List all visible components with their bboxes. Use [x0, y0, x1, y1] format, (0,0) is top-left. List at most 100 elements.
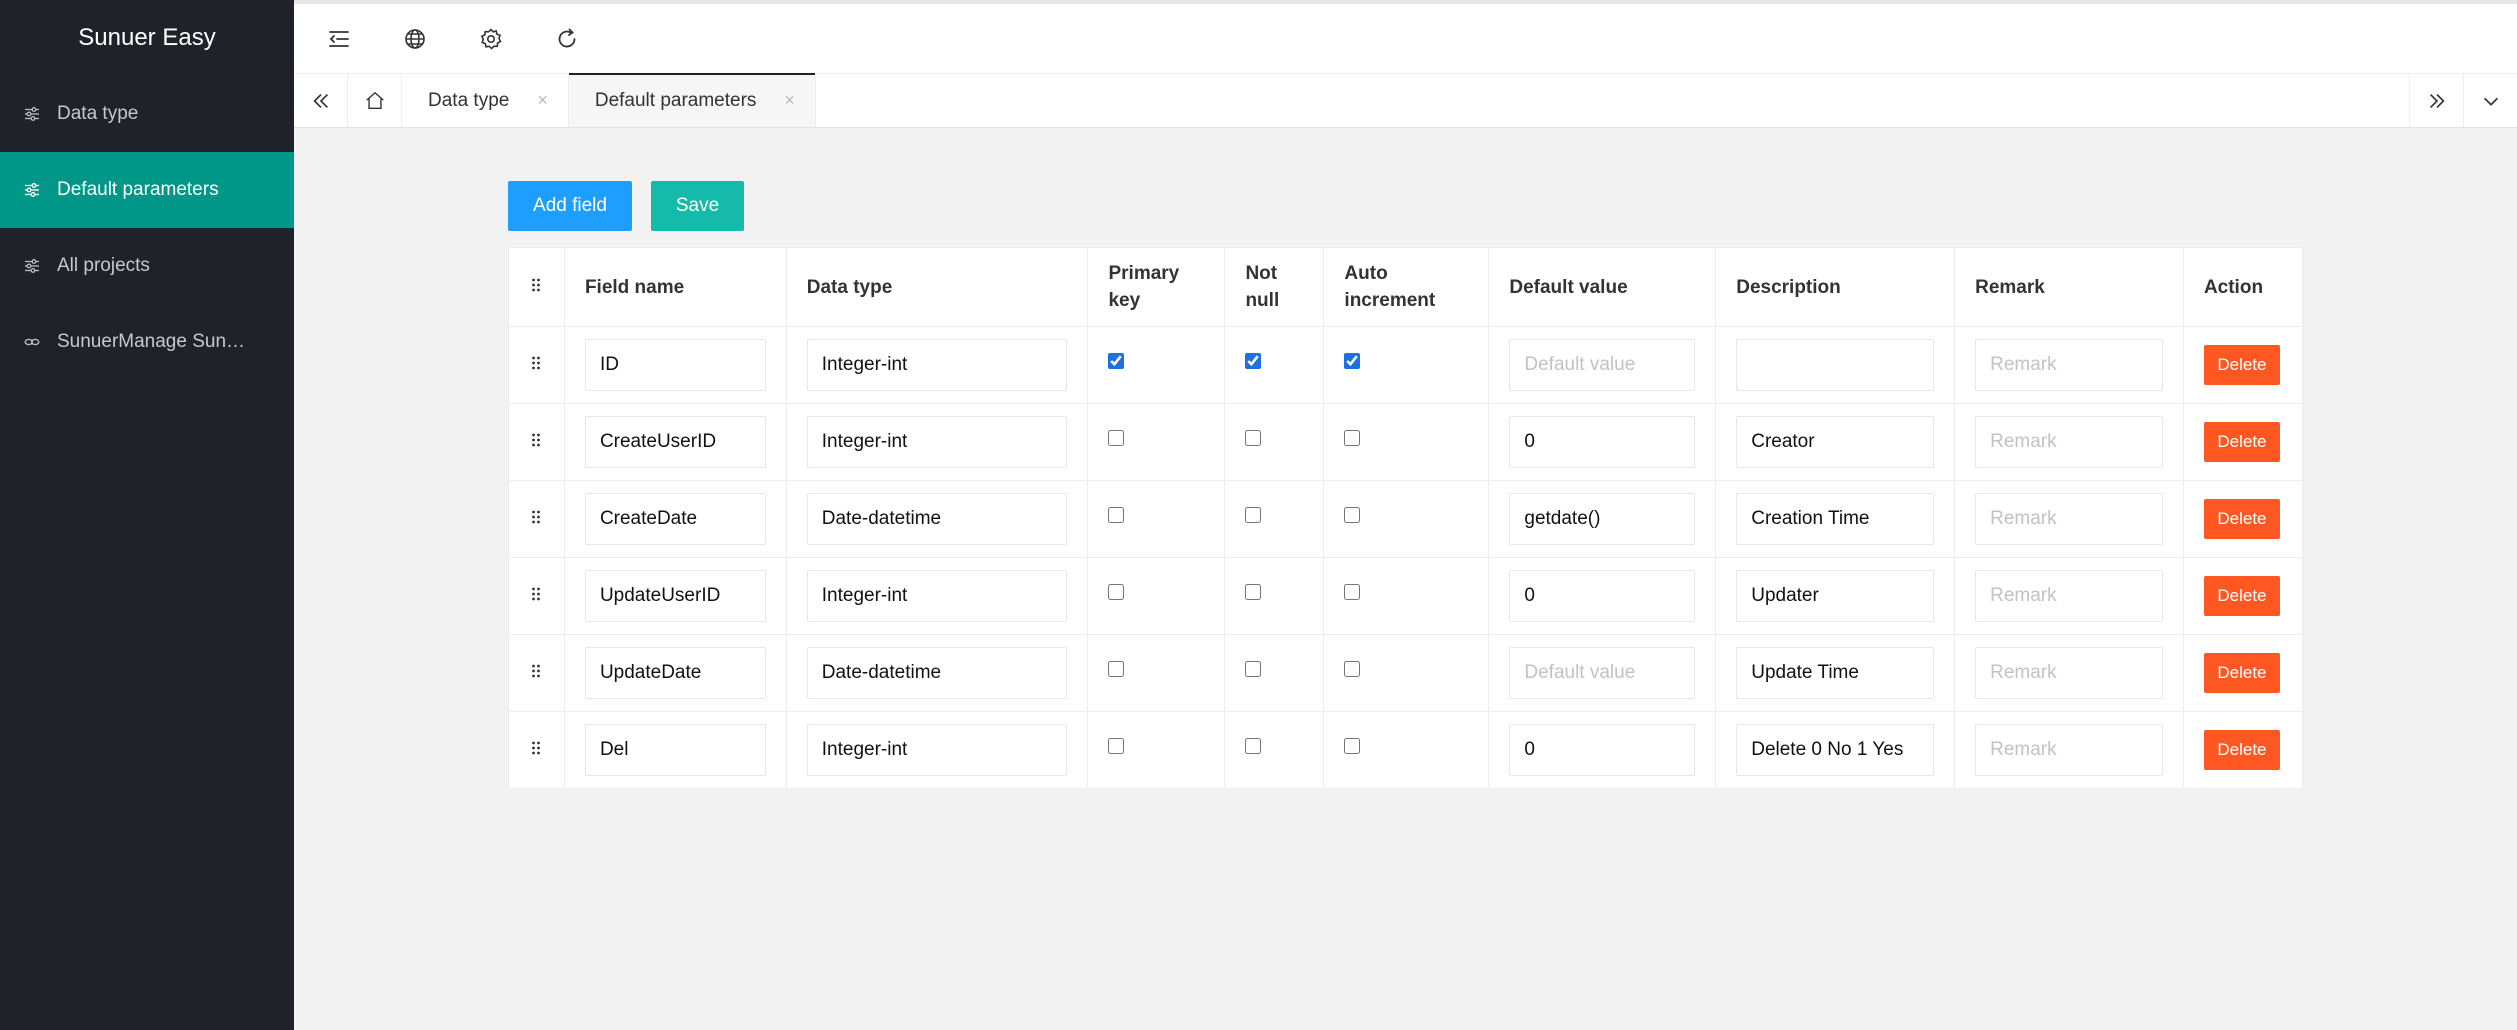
primary-key-checkbox[interactable]	[1108, 584, 1125, 600]
primary-key-checkbox[interactable]	[1108, 738, 1125, 754]
top-header	[294, 0, 2517, 73]
primary-key-checkbox[interactable]	[1108, 661, 1125, 677]
drag-handle[interactable]	[508, 326, 565, 404]
tabs-scroll-left-button[interactable]	[294, 74, 348, 127]
drag-handle[interactable]	[508, 634, 565, 712]
sliders-icon	[24, 258, 40, 274]
default-value-input[interactable]	[1509, 339, 1696, 391]
tab-default-parameters[interactable]: Default parameters ×	[568, 73, 816, 127]
column-header-primary-key: Primary key	[1087, 247, 1226, 327]
header-line: null	[1245, 290, 1280, 311]
sidebar-item-sunuermanage[interactable]: SunuerManage Sun…	[0, 304, 294, 380]
auto-increment-checkbox[interactable]	[1344, 661, 1361, 677]
drag-handle-icon	[532, 510, 541, 523]
auto-increment-checkbox[interactable]	[1344, 738, 1361, 754]
data-type-input[interactable]	[806, 724, 1068, 776]
not-null-checkbox[interactable]	[1245, 353, 1262, 369]
auto-increment-cell	[1323, 711, 1490, 789]
tab-label: Data type	[428, 89, 510, 111]
delete-button[interactable]: Delete	[2203, 653, 2280, 693]
remark-cell	[1954, 403, 2184, 481]
remark-input[interactable]	[1975, 647, 2163, 699]
remark-input[interactable]	[1975, 493, 2163, 545]
default-value-input[interactable]	[1509, 724, 1696, 776]
data-type-input[interactable]	[806, 647, 1068, 699]
description-cell	[1715, 634, 1956, 712]
delete-button[interactable]: Delete	[2203, 422, 2280, 462]
default-value-input[interactable]	[1509, 647, 1696, 699]
field-name-input[interactable]	[584, 416, 766, 468]
description-input[interactable]	[1736, 493, 1935, 545]
close-icon[interactable]: ×	[537, 90, 548, 111]
sidebar-item-data-type[interactable]: Data type	[0, 76, 294, 152]
language-button[interactable]	[396, 20, 434, 58]
field-name-input[interactable]	[584, 339, 766, 391]
refresh-button[interactable]	[548, 20, 586, 58]
home-tab[interactable]	[348, 74, 402, 127]
delete-button[interactable]: Delete	[2203, 499, 2280, 539]
sliders-icon	[24, 182, 40, 198]
drag-handle[interactable]	[508, 711, 565, 789]
description-cell	[1715, 557, 1956, 635]
default-value-input[interactable]	[1509, 570, 1696, 622]
default-value-input[interactable]	[1509, 493, 1696, 545]
data-type-input[interactable]	[806, 416, 1068, 468]
primary-key-cell	[1087, 326, 1226, 404]
auto-increment-checkbox[interactable]	[1344, 353, 1361, 369]
data-type-input[interactable]	[806, 339, 1068, 391]
field-name-input[interactable]	[584, 493, 766, 545]
not-null-checkbox[interactable]	[1245, 738, 1262, 754]
description-input[interactable]	[1736, 339, 1935, 391]
action-cell: Delete	[2182, 557, 2304, 635]
remark-input[interactable]	[1975, 339, 2163, 391]
auto-increment-checkbox[interactable]	[1344, 584, 1361, 600]
tabs-scroll-right-button[interactable]	[2409, 74, 2463, 127]
auto-increment-checkbox[interactable]	[1344, 430, 1361, 446]
default-value-input[interactable]	[1509, 416, 1696, 468]
remark-input[interactable]	[1975, 724, 2163, 776]
save-button[interactable]: Save	[651, 181, 744, 231]
auto-increment-checkbox[interactable]	[1344, 507, 1361, 523]
not-null-checkbox[interactable]	[1245, 430, 1262, 446]
description-input[interactable]	[1736, 570, 1935, 622]
data-type-input[interactable]	[806, 570, 1068, 622]
field-name-input[interactable]	[584, 570, 766, 622]
primary-key-cell	[1087, 403, 1226, 481]
menu-fold-button[interactable]	[320, 20, 358, 58]
drag-handle[interactable]	[508, 403, 565, 481]
description-input[interactable]	[1736, 416, 1935, 468]
drag-handle-icon	[532, 587, 541, 600]
sliders-icon	[24, 106, 40, 122]
add-field-button[interactable]: Add field	[508, 181, 632, 231]
settings-button[interactable]	[472, 20, 510, 58]
drag-handle[interactable]	[508, 480, 565, 558]
delete-button[interactable]: Delete	[2203, 345, 2280, 385]
primary-key-checkbox[interactable]	[1108, 353, 1125, 369]
remark-input[interactable]	[1975, 416, 2163, 468]
drag-handle[interactable]	[508, 557, 565, 635]
data-type-input[interactable]	[806, 493, 1068, 545]
field-name-cell	[563, 326, 787, 404]
description-input[interactable]	[1736, 647, 1935, 699]
remark-input[interactable]	[1975, 570, 2163, 622]
app-logo: Sunuer Easy	[78, 24, 216, 51]
description-cell	[1715, 480, 1956, 558]
field-name-input[interactable]	[584, 724, 766, 776]
sidebar-item-default-parameters[interactable]: Default parameters	[0, 152, 294, 228]
not-null-checkbox[interactable]	[1245, 584, 1262, 600]
description-input[interactable]	[1736, 724, 1935, 776]
sidebar-item-all-projects[interactable]: All projects	[0, 228, 294, 304]
primary-key-checkbox[interactable]	[1108, 507, 1125, 523]
field-name-input[interactable]	[584, 647, 766, 699]
not-null-checkbox[interactable]	[1245, 507, 1262, 523]
header-line: Primary	[1108, 263, 1180, 284]
tab-data-type[interactable]: Data type ×	[402, 74, 569, 127]
delete-button[interactable]: Delete	[2203, 576, 2280, 616]
tabs-menu-button[interactable]	[2463, 74, 2517, 127]
not-null-checkbox[interactable]	[1245, 661, 1262, 677]
close-icon[interactable]: ×	[784, 90, 795, 111]
field-name-cell	[563, 711, 787, 789]
primary-key-checkbox[interactable]	[1108, 430, 1125, 446]
delete-button[interactable]: Delete	[2203, 730, 2280, 770]
header-line: Auto	[1344, 263, 1388, 284]
